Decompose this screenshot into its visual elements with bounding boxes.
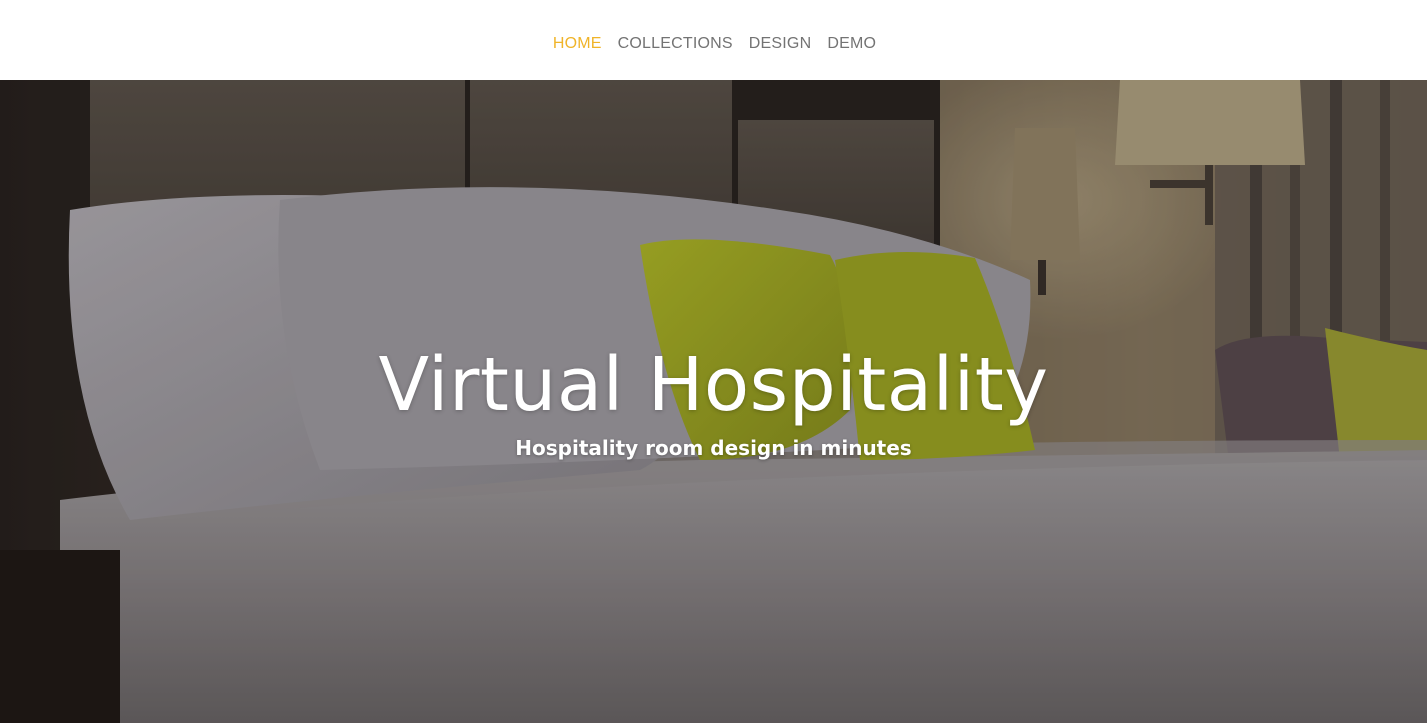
hero-content: Virtual Hospitality Hospitality room des…: [0, 80, 1427, 723]
top-navigation: HOME COLLECTIONS DESIGN DEMO: [0, 0, 1427, 80]
nav-menu: HOME COLLECTIONS DESIGN DEMO: [553, 35, 876, 53]
nav-item-collections[interactable]: COLLECTIONS: [618, 35, 733, 53]
hero-banner: Virtual Hospitality Hospitality room des…: [0, 80, 1427, 723]
nav-item-design[interactable]: DESIGN: [749, 35, 812, 53]
hero-subtitle: Hospitality room design in minutes: [515, 436, 912, 460]
hero-title: Virtual Hospitality: [378, 342, 1049, 428]
nav-item-home[interactable]: HOME: [553, 35, 602, 53]
nav-item-demo[interactable]: DEMO: [827, 35, 876, 53]
